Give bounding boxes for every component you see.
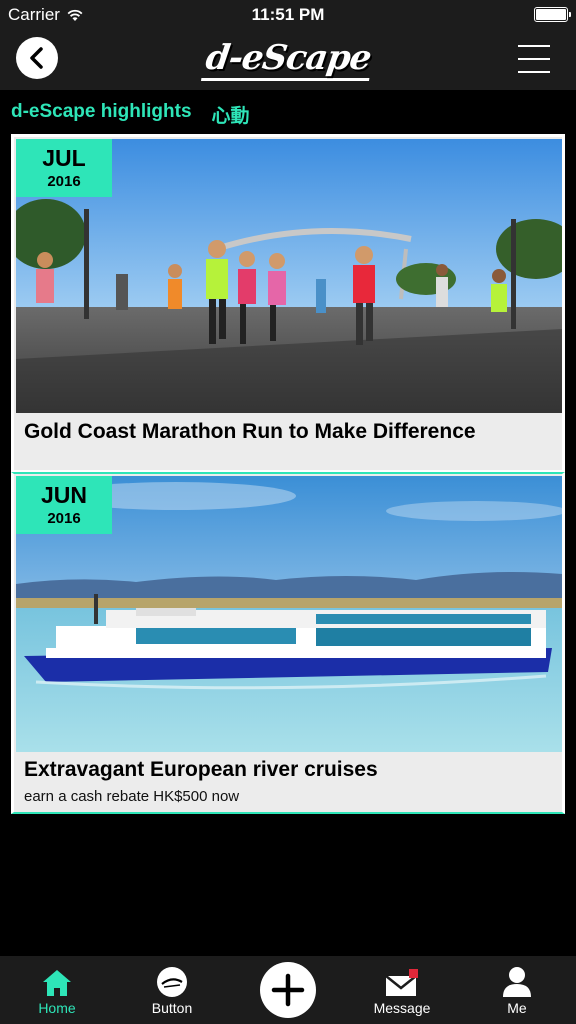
marathon-image: JUL 2016	[16, 139, 562, 413]
date-badge: JUL 2016	[16, 139, 112, 197]
app-logo-text: d-eScape	[200, 38, 376, 81]
envelope-icon	[385, 969, 418, 996]
card-subtitle: earn a cash rebate HK$500 now	[24, 788, 240, 805]
add-button[interactable]	[260, 962, 316, 1018]
section-header: d-eScape highlights 心動	[11, 101, 250, 128]
card-title: Extravagant European river cruises	[24, 758, 378, 781]
tab-label: Message	[373, 1000, 431, 1016]
tab-label: Button	[151, 1000, 193, 1016]
highlight-card-cruise[interactable]: JUN 2016 Extravagant European river crui…	[11, 472, 565, 814]
date-year: 2016	[47, 173, 81, 190]
tab-bar: Home Button Message Me	[0, 956, 576, 1024]
status-bar: Carrier 11:51 PM	[0, 0, 576, 30]
section-title: d-eScape highlights	[11, 101, 192, 122]
date-month: JUN	[40, 482, 87, 508]
status-time: 11:51 PM	[251, 5, 325, 24]
tab-me[interactable]: Me	[472, 964, 562, 1016]
tab-label: Home	[38, 1000, 76, 1016]
date-year: 2016	[47, 510, 81, 527]
date-month: JUL	[42, 145, 86, 171]
tab-message[interactable]: Message	[357, 964, 447, 1016]
cruise-image: JUN 2016	[16, 476, 562, 752]
date-badge: JUN 2016	[16, 476, 112, 534]
plus-icon	[271, 973, 305, 1007]
section-subtitle: 心動	[211, 106, 250, 127]
escape-logo-icon	[157, 967, 187, 997]
person-icon	[503, 967, 531, 997]
tab-button[interactable]: Button	[127, 964, 217, 1016]
card-title: Gold Coast Marathon Run to Make Differen…	[24, 420, 476, 443]
nav-bar: d-eScape	[0, 30, 576, 90]
highlight-card-marathon[interactable]: JUL 2016 Gold Coast Marathon Run to Make…	[11, 134, 565, 473]
menu-button[interactable]	[518, 45, 550, 73]
battery-icon	[534, 7, 571, 22]
tab-home[interactable]: Home	[12, 964, 102, 1016]
app-logo: d-eScape	[0, 38, 576, 81]
menu-icon	[518, 45, 550, 47]
tab-label: Me	[507, 1000, 527, 1016]
home-icon	[43, 970, 71, 996]
